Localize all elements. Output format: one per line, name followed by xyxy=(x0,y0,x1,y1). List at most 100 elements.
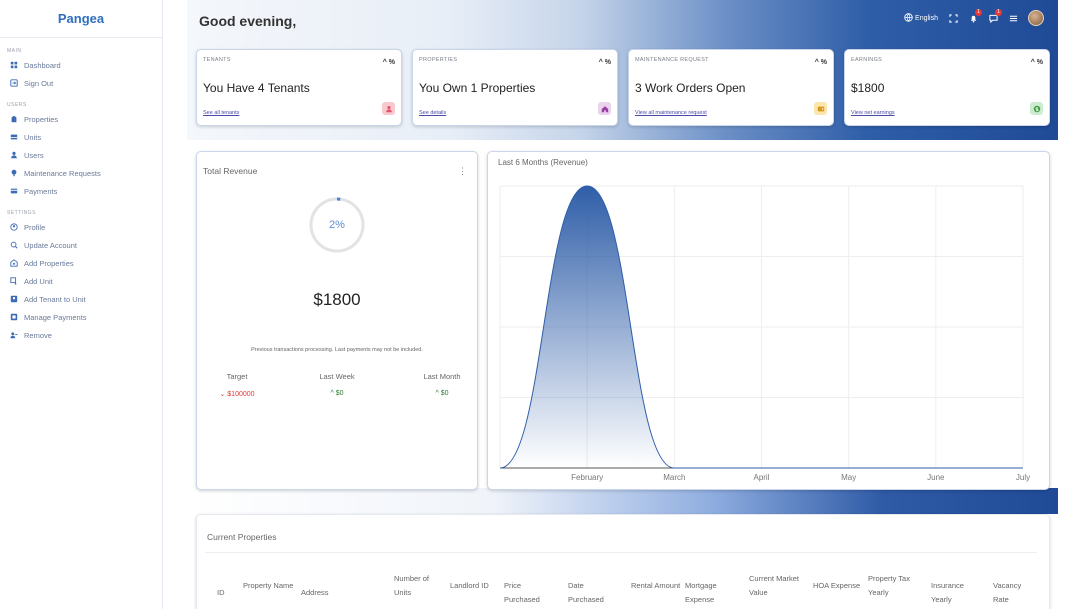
units-icon xyxy=(10,133,18,141)
sidebar-section-title: USERS xyxy=(7,102,27,108)
sidebar-item-add-properties[interactable]: Add Properties xyxy=(0,254,162,272)
sidebar-item-properties[interactable]: Properties xyxy=(0,110,162,128)
column-header[interactable]: Current Market Value xyxy=(749,572,801,600)
building-icon xyxy=(10,115,18,123)
column-header[interactable]: HOA Expense xyxy=(813,579,865,593)
revenue-progress-label: 2% xyxy=(329,219,345,231)
stat-link[interactable]: View all maintenance request xyxy=(635,110,707,116)
revenue-chart-card: Last 6 Months (Revenue) February March Apr… xyxy=(487,151,1050,490)
notification-badge: 1 xyxy=(975,9,982,16)
sidebar-item-sign-out[interactable]: Sign Out xyxy=(0,74,162,92)
sidebar-item-payments[interactable]: Payments xyxy=(0,182,162,200)
sidebar-item-label: Payments xyxy=(24,186,58,196)
sidebar-item-maintenance-requests[interactable]: Maintenance Requests xyxy=(0,164,162,182)
column-header[interactable]: Insurance Yearly xyxy=(931,579,983,607)
user-icon xyxy=(10,151,18,159)
fullscreen-icon[interactable] xyxy=(948,13,958,23)
stat-link[interactable]: See details xyxy=(419,110,446,116)
x-tick-label: April xyxy=(753,473,769,482)
column-header[interactable]: Landlord ID xyxy=(450,579,502,593)
menu-list-icon[interactable] xyxy=(1008,13,1018,23)
stat-label: MAINTENANCE REQUEST xyxy=(635,57,709,63)
dashboard-icon xyxy=(10,61,18,69)
sidebar-item-label: Sign Out xyxy=(24,78,54,88)
sidebar-item-add-tenant-to-unit[interactable]: Add Tenant to Unit xyxy=(0,290,162,308)
stat-link[interactable]: View net earnings xyxy=(851,110,895,116)
x-tick-label: February xyxy=(571,473,603,482)
stat-card-earnings: EARNINGS ^ % $1800 View net earnings xyxy=(844,49,1050,126)
metric-value-row: ^ $0 xyxy=(407,390,477,397)
profile-icon xyxy=(10,223,18,231)
sidebar-item-label: Add Tenant to Unit xyxy=(24,294,86,304)
language-label: English xyxy=(915,14,938,22)
x-tick-label: July xyxy=(1016,473,1030,482)
column-header[interactable]: Price Purchased xyxy=(504,579,556,607)
sidebar-item-update-account[interactable]: Update Account xyxy=(0,236,162,254)
column-header[interactable]: Rental Amount xyxy=(631,579,683,593)
sidebar-item-label: Properties xyxy=(24,114,59,124)
sidebar-item-add-unit[interactable]: Add Unit xyxy=(0,272,162,290)
properties-title: Current Properties xyxy=(207,532,277,542)
stat-percent: ^ % xyxy=(382,59,395,66)
more-vert-icon[interactable]: ⋮ xyxy=(458,166,467,177)
divider-band xyxy=(187,488,1058,514)
sidebar-item-label: Units xyxy=(24,132,42,142)
column-header[interactable]: Property Tax Yearly xyxy=(868,572,920,600)
notification-bell-icon[interactable]: 1 xyxy=(968,9,982,23)
avatar[interactable] xyxy=(1028,10,1044,26)
revenue-amount: $1800 xyxy=(313,290,361,309)
person-icon xyxy=(382,102,395,115)
total-revenue-card: Total Revenue ⋮ 2% $1800 Previous transa… xyxy=(196,151,478,490)
sidebar-item-label: Profile xyxy=(24,222,46,232)
metric-last-week: Last Week ^ $0 xyxy=(302,372,372,397)
stat-label: TENANTS xyxy=(203,57,231,63)
language-selector[interactable]: English xyxy=(904,12,938,24)
stat-link[interactable]: See all tenants xyxy=(203,110,239,116)
metric-label: Last Month xyxy=(423,372,461,381)
sidebar-section-title: SETTINGS xyxy=(7,210,37,216)
column-header[interactable]: Address xyxy=(301,586,353,600)
column-header[interactable]: Vacancy Rate xyxy=(993,579,1033,607)
metric-label: Last Week xyxy=(319,372,355,381)
metric-target: Target ⌄ $100000 xyxy=(202,372,272,398)
globe-icon xyxy=(904,12,913,24)
add-tenant-icon xyxy=(10,295,18,303)
sidebar-item-profile[interactable]: Profile xyxy=(0,218,162,236)
chat-icon[interactable]: 1 xyxy=(988,9,1002,23)
greeting: Good evening, xyxy=(199,13,297,29)
sidebar-item-dashboard[interactable]: Dashboard xyxy=(0,56,162,74)
x-tick-label: March xyxy=(663,473,685,482)
sidebar-item-label: Dashboard xyxy=(24,60,61,70)
brand-logo[interactable]: Pangea xyxy=(0,0,162,38)
sidebar-item-label: Maintenance Requests xyxy=(24,168,101,178)
trend-up-icon: ^ xyxy=(330,390,334,397)
column-header[interactable]: Date Purchased xyxy=(568,579,620,607)
sign-out-icon xyxy=(10,79,18,87)
sidebar-item-manage-payments[interactable]: Manage Payments xyxy=(0,308,162,326)
stat-percent: ^ % xyxy=(598,59,611,66)
payment-icon xyxy=(10,187,18,195)
remove-icon xyxy=(10,331,18,339)
sidebar-item-label: Add Properties xyxy=(24,258,74,268)
column-header[interactable]: Mortgage Expense xyxy=(685,579,737,607)
column-header[interactable]: Number of Units xyxy=(394,572,446,600)
home-icon xyxy=(598,102,611,115)
metric-value: $0 xyxy=(440,390,449,397)
sidebar-item-users[interactable]: Users xyxy=(0,146,162,164)
stat-card-tenants: TENANTS ^ % You Have 4 Tenants See all tena… xyxy=(196,49,402,126)
stat-label: PROPERTIES xyxy=(419,57,458,63)
sidebar-item-remove[interactable]: Remove xyxy=(0,326,162,344)
trend-down-icon: ⌄ xyxy=(219,391,226,398)
current-properties-card: Current Properties ID Property Name Addres… xyxy=(196,514,1050,609)
stat-value: You Own 1 Properties xyxy=(419,81,536,95)
sidebar: Pangea MAIN Dashboard Sign Out USERS Propert… xyxy=(0,0,163,609)
sidebar-item-units[interactable]: Units xyxy=(0,128,162,146)
metric-value-row: ^ $0 xyxy=(302,390,372,397)
stat-card-properties: PROPERTIES ^ % You Own 1 Properties See det… xyxy=(412,49,618,126)
wallet-icon xyxy=(814,102,827,115)
column-header[interactable]: Property Name xyxy=(243,579,295,593)
sidebar-section-title: MAIN xyxy=(7,48,22,54)
stat-value: You Have 4 Tenants xyxy=(203,81,310,95)
sidebar-item-label: Add Unit xyxy=(24,276,53,286)
x-tick-label: June xyxy=(927,473,945,482)
